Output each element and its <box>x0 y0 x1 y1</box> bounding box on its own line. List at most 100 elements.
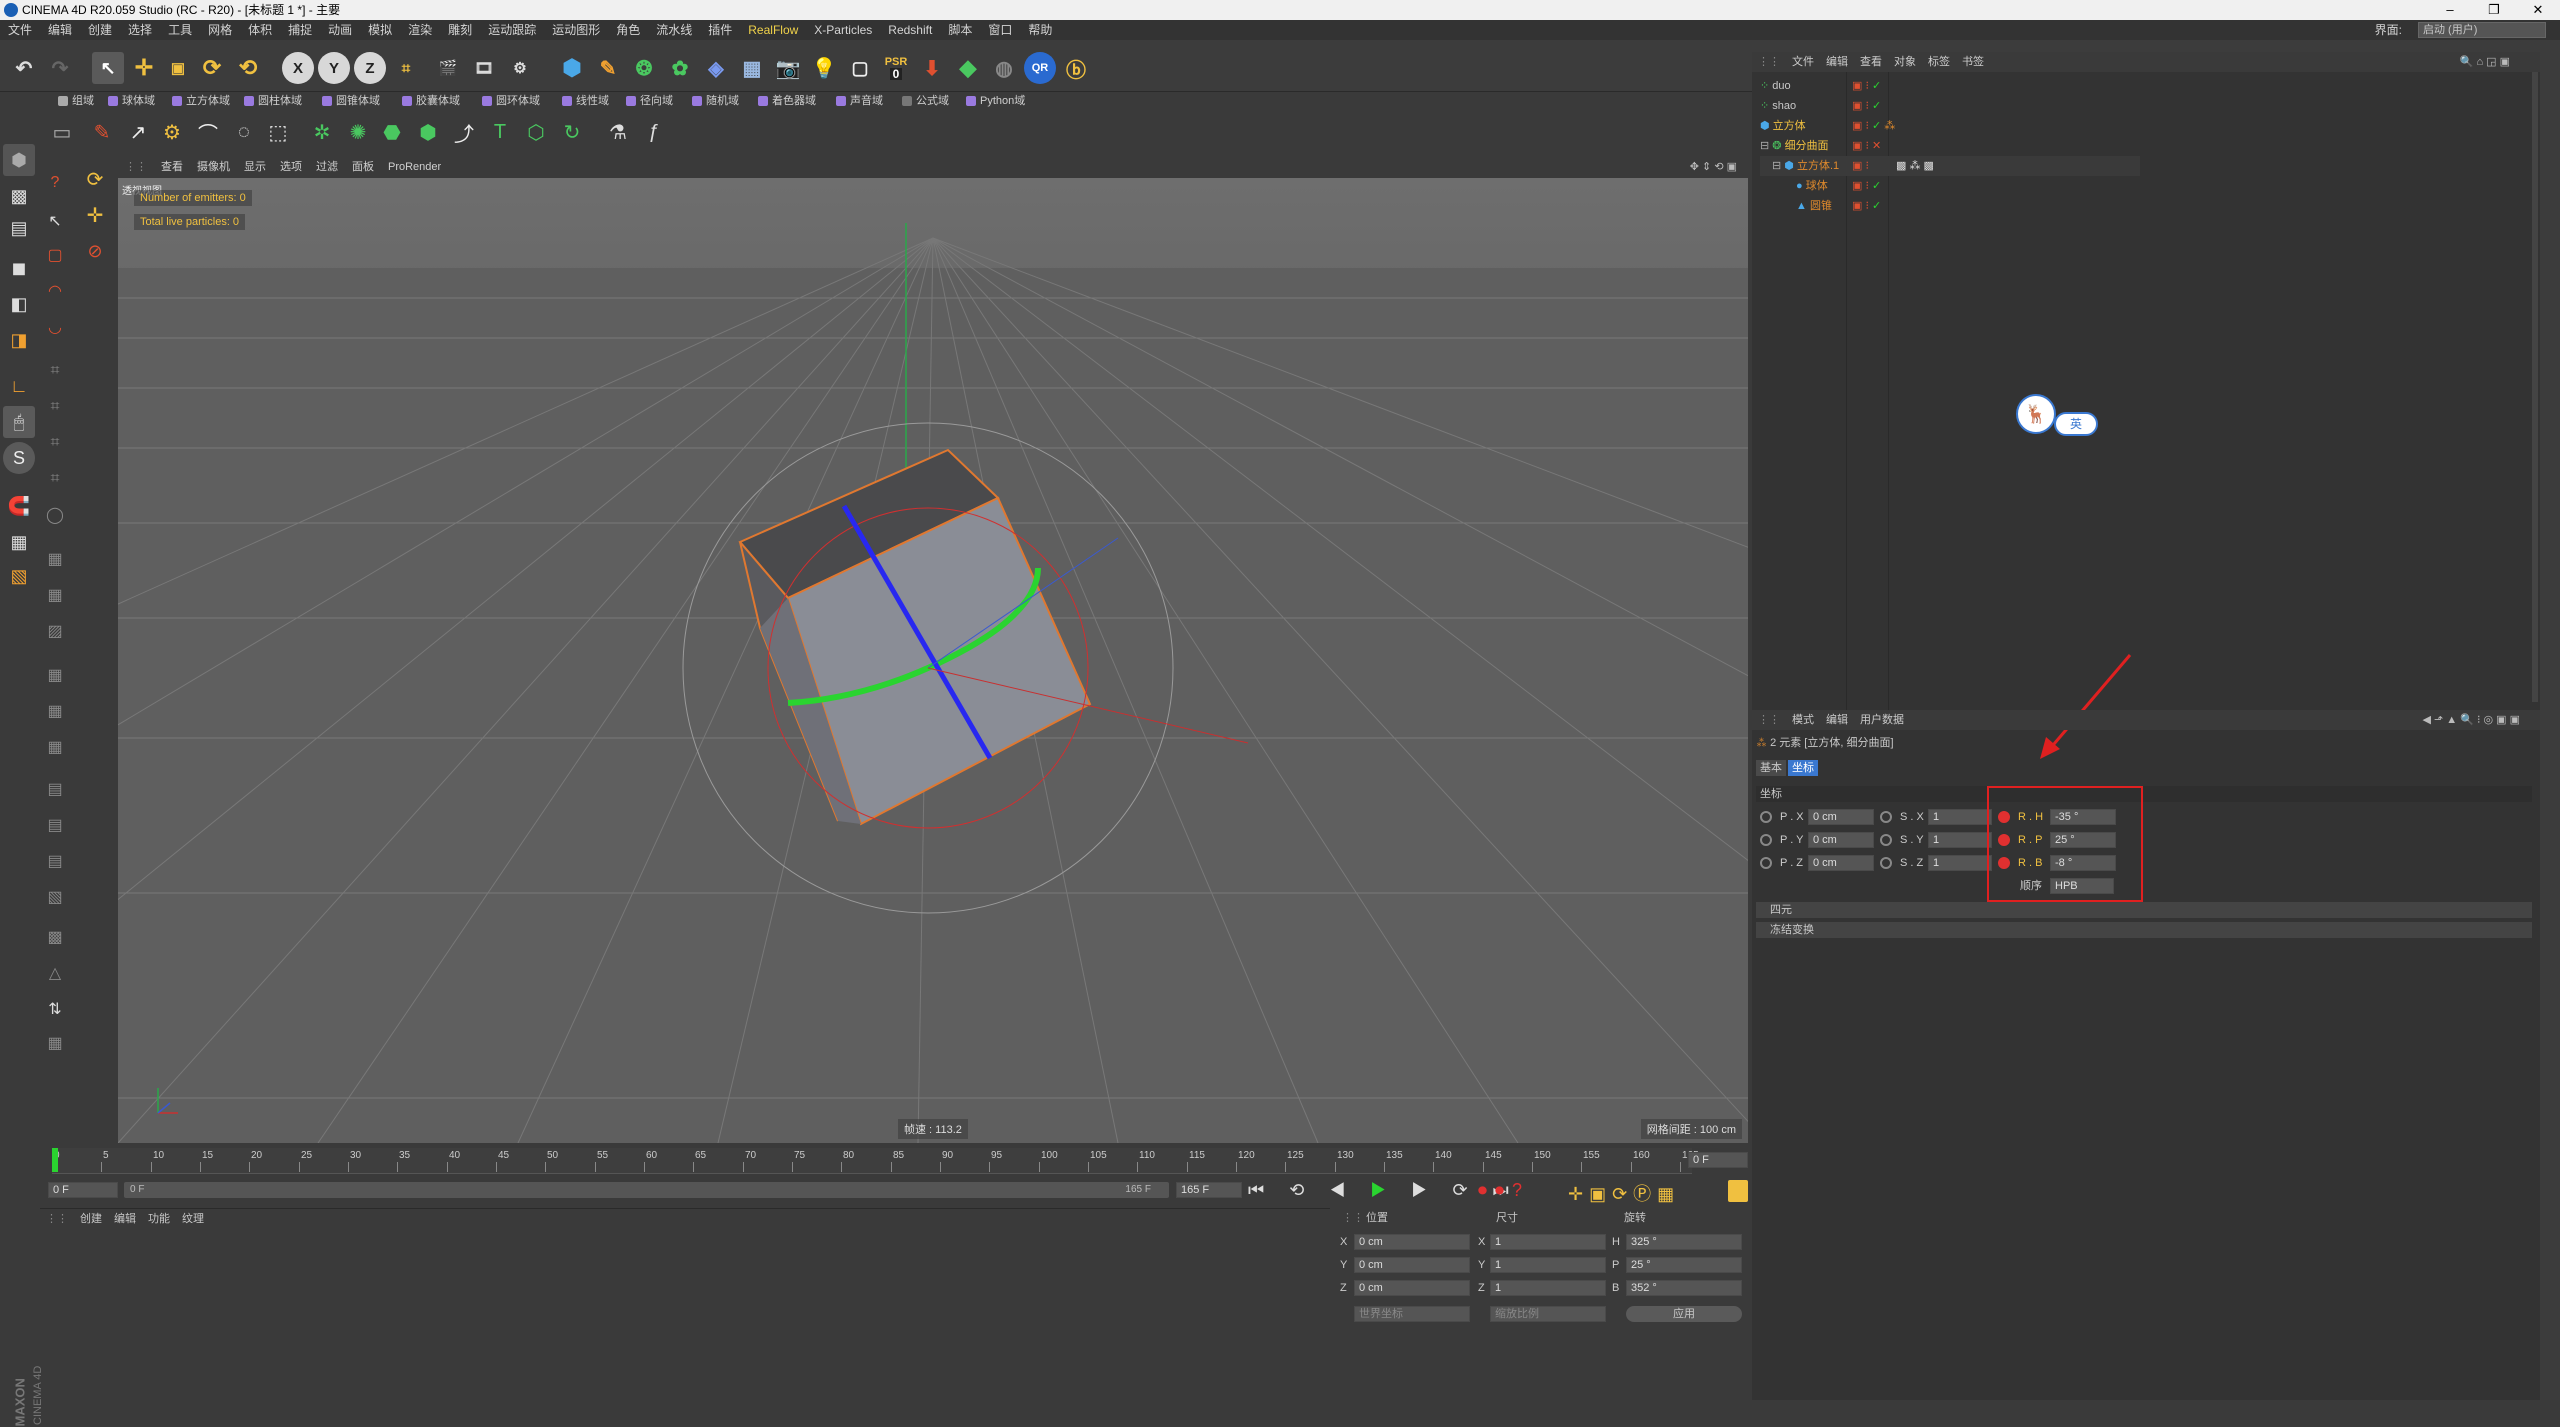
coord-size-x[interactable]: 1 <box>1490 1234 1606 1250</box>
tab-coord[interactable]: 坐标 <box>1788 760 1818 776</box>
start-frame-field[interactable]: 0 F <box>48 1182 118 1198</box>
tweak-mode-icon[interactable]: 🖱 <box>3 406 35 438</box>
knife-icon[interactable]: ⌗ <box>40 356 70 386</box>
render-picture-viewer-icon[interactable]: 🎞 <box>468 52 500 84</box>
texture-mode-icon[interactable]: ▩ <box>3 180 35 212</box>
menu-select[interactable]: 选择 <box>120 20 160 40</box>
om-menu-bookmarks[interactable]: 书签 <box>1956 52 1990 72</box>
planar-workplane-icon[interactable]: ▧ <box>3 560 35 592</box>
coordinate-system-icon[interactable]: ⌗ <box>390 52 422 84</box>
rotate-tool-icon[interactable]: ⟳ <box>196 52 228 84</box>
field-cube[interactable]: 立方体域 <box>170 93 230 109</box>
viewport-menu-panel[interactable]: 面板 <box>345 156 381 178</box>
extrude-icon[interactable]: ✲ <box>306 116 338 148</box>
object-mode-icon[interactable]: ◧ <box>3 288 35 320</box>
z-axis-lock[interactable]: Z <box>354 52 386 84</box>
rectangle-spline-icon[interactable]: ⬚ <box>262 116 294 148</box>
object-flags[interactable]: ▣ ⁝ ✕ <box>1852 136 1881 156</box>
align-icon[interactable]: ◆ <box>952 52 984 84</box>
fx-icon[interactable]: ƒ <box>638 116 670 148</box>
array-icon[interactable]: ✿ <box>664 52 696 84</box>
subdivision-icon[interactable]: ❂ <box>628 52 660 84</box>
minimize-button[interactable]: – <box>2428 0 2472 20</box>
floor-icon[interactable]: ▦ <box>736 52 768 84</box>
scale-tool-icon[interactable]: ▣ <box>162 52 194 84</box>
timeline-menu-icon[interactable] <box>1728 1180 1748 1202</box>
current-frame-field[interactable]: 0 F <box>1688 1152 1748 1168</box>
material-menu-texture[interactable]: 纹理 <box>176 1213 210 1225</box>
object-flags[interactable]: ▣ ⁝ ✓ <box>1852 176 1881 196</box>
spline-smooth-icon[interactable]: ⚙ <box>156 116 188 148</box>
object-row[interactable]: ⁘ duo ▣ ⁝ ✓ <box>1760 76 2140 96</box>
loop-select-icon[interactable]: ◠ <box>40 276 70 306</box>
stitch-icon[interactable]: ▦ <box>40 696 70 726</box>
attr-pos-x[interactable]: 0 cm <box>1808 809 1874 825</box>
render-settings-icon[interactable]: ⚙ <box>504 52 536 84</box>
menu-plugins[interactable]: 插件 <box>700 20 740 40</box>
xpresso-icon[interactable]: ⚗ <box>602 116 634 148</box>
loft-icon[interactable]: ⬣ <box>376 116 408 148</box>
qr-button[interactable]: QR <box>1024 52 1056 84</box>
redo-icon[interactable]: ↷ <box>44 52 76 84</box>
text-icon[interactable]: T <box>484 116 516 148</box>
coord-pos-y[interactable]: 0 cm <box>1354 1257 1470 1273</box>
menu-tools[interactable]: 工具 <box>160 20 200 40</box>
viewport-menu-options[interactable]: 选项 <box>273 156 309 178</box>
undo-icon[interactable]: ↶ <box>8 52 40 84</box>
lathe-icon[interactable]: ✺ <box>342 116 374 148</box>
field-radial[interactable]: 径向域 <box>624 93 673 109</box>
field-random[interactable]: 随机域 <box>690 93 739 109</box>
object-row[interactable]: ▲ 圆锥 ▣ ⁝ ✓ <box>1760 196 2140 216</box>
keyframe-dot[interactable] <box>1880 811 1892 823</box>
timeline-track[interactable]: 0510152025303540455055606570758085909510… <box>52 1148 1699 1174</box>
scale-mode-select[interactable]: 缩放比例 <box>1490 1306 1606 1322</box>
keyframe-dot[interactable] <box>1880 857 1892 869</box>
field-python[interactable]: Python域 <box>964 93 1025 109</box>
material-tags[interactable]: ▩ ⁂ ▩ <box>1896 156 1934 176</box>
object-flags[interactable]: ▣ ⁝ ▩ ⁂ ▩ <box>1852 156 1934 176</box>
menu-motion-tracking[interactable]: 运动跟踪 <box>480 20 544 40</box>
connect-icon[interactable]: ⬡ <box>520 116 552 148</box>
normal-scale-icon[interactable]: ▧ <box>40 882 70 912</box>
brush-icon[interactable]: ⌗ <box>40 428 70 458</box>
viewport[interactable]: 透视视图 Number of emitters: 0 Total live pa… <box>118 178 1748 1143</box>
object-flags[interactable]: ▣ ⁝ ✓ <box>1852 96 1881 116</box>
field-linear[interactable]: 线性域 <box>560 93 609 109</box>
material-menu-create[interactable]: 创建 <box>74 1213 108 1225</box>
deformer-icon[interactable]: ◈ <box>700 52 732 84</box>
menu-script[interactable]: 脚本 <box>940 20 980 40</box>
coord-size-y[interactable]: 1 <box>1490 1257 1606 1273</box>
spline-pen-icon[interactable]: ✎ <box>86 116 118 148</box>
group-freeze-transform[interactable]: 冻结变换 <box>1756 922 2532 938</box>
menu-window[interactable]: 窗口 <box>980 20 1020 40</box>
extrude-tool-icon[interactable]: ▦ <box>40 544 70 574</box>
select-tool-icon[interactable]: ↖ <box>92 52 124 84</box>
arc-spline-icon[interactable]: ⌒ <box>192 116 224 148</box>
coord-rot-p[interactable]: 25 ° <box>1626 1257 1742 1273</box>
end-frame-field[interactable]: 165 F <box>1176 1182 1242 1198</box>
menu-create[interactable]: 创建 <box>80 20 120 40</box>
model-mode-icon[interactable]: ◼ <box>3 252 35 284</box>
mirror-icon[interactable]: ◯ <box>40 500 70 530</box>
field-capsule[interactable]: 胶囊体域 <box>400 93 460 109</box>
restore-button[interactable]: ❐ <box>2472 0 2516 20</box>
inner-extrude-icon[interactable]: ▦ <box>40 580 70 610</box>
light-icon[interactable]: 💡 <box>808 52 840 84</box>
object-row[interactable]: ● 球体 ▣ ⁝ ✓ <box>1760 176 2140 196</box>
array-tool-icon[interactable]: ▩ <box>40 922 70 952</box>
attr-scale-y[interactable]: 1 <box>1928 832 1992 848</box>
view-icon[interactable]: ▭ <box>46 116 78 148</box>
menu-redshift[interactable]: Redshift <box>880 20 940 40</box>
field-sound[interactable]: 声音域 <box>834 93 883 109</box>
group-quaternion[interactable]: 四元 <box>1756 902 2532 918</box>
timeline-ruler[interactable]: 0510152025303540455055606570758085909510… <box>40 1146 1748 1176</box>
render-view-icon[interactable]: 🎬 <box>432 52 464 84</box>
keyframe-dot[interactable] <box>1880 834 1892 846</box>
normal-move-icon[interactable]: ▤ <box>40 846 70 876</box>
bezier-icon[interactable]: ⤴ <box>448 116 480 148</box>
menu-character[interactable]: 角色 <box>608 20 648 40</box>
om-menu-view[interactable]: 查看 <box>1854 52 1888 72</box>
attr-pos-z[interactable]: 0 cm <box>1808 855 1874 871</box>
frame-range-slider[interactable]: 0 F 165 F <box>124 1182 1169 1198</box>
material-manager[interactable]: ⋮⋮ 创建 编辑 功能 纹理 MAXON CINEMA 4D <box>13 1208 1330 1427</box>
